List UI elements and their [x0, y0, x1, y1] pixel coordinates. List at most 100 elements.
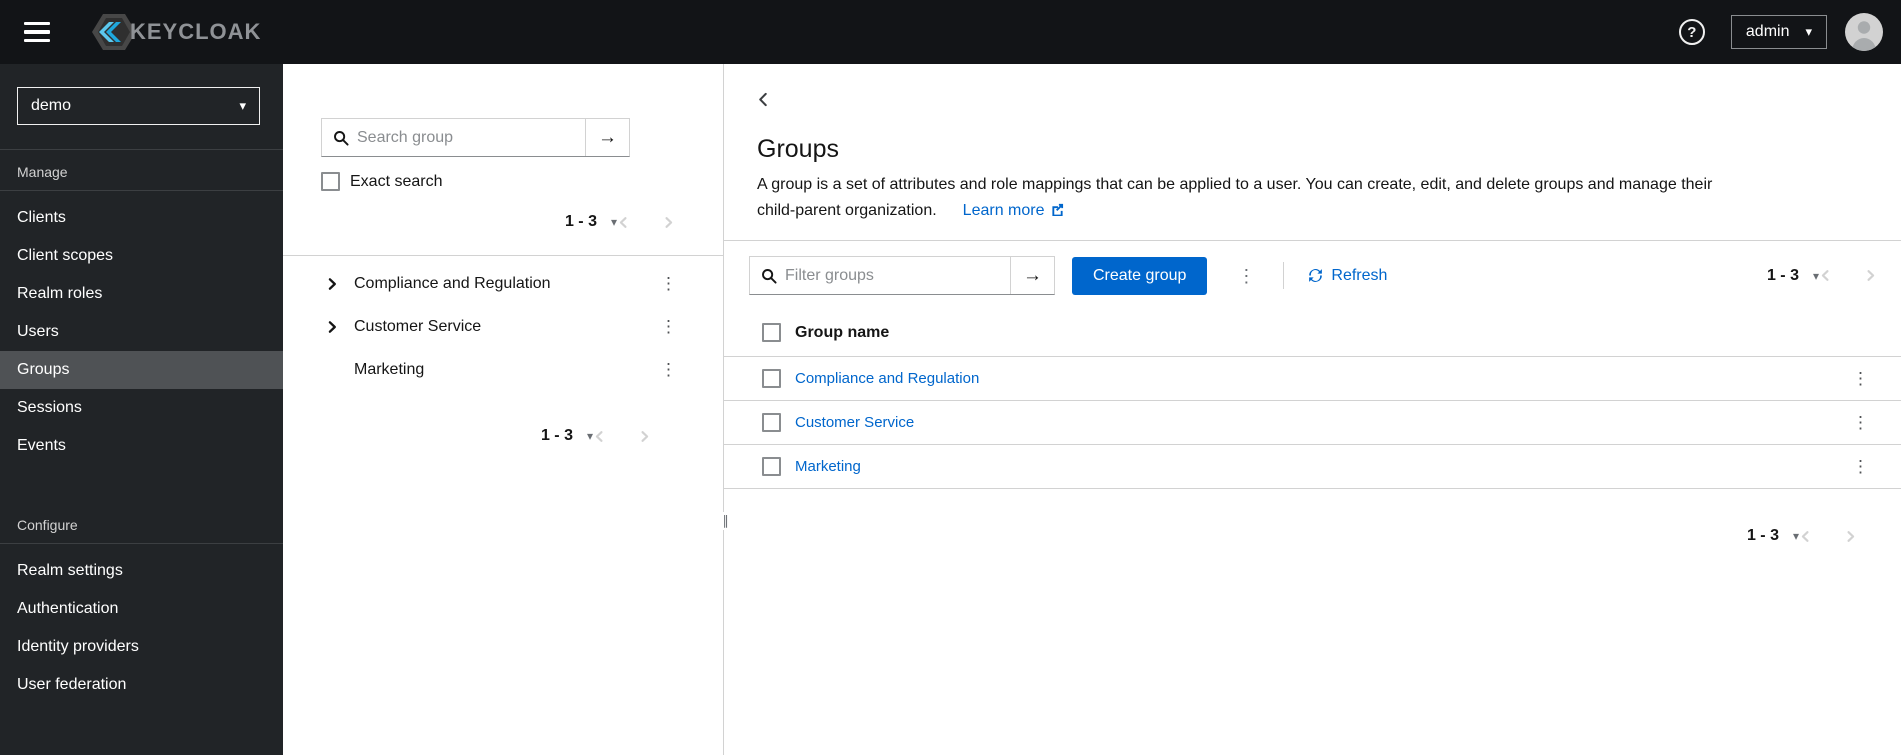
sidebar-item-realm-settings[interactable]: Realm settings: [0, 552, 283, 590]
nav-list-manage: Clients Client scopes Realm roles Users …: [0, 191, 283, 465]
sidebar-item-realm-roles[interactable]: Realm roles: [0, 275, 283, 313]
pagination-range-toggle[interactable]: 1 - 3 ▾: [565, 213, 617, 231]
groups-toolbar: → Create group ⋮ Refresh 1 - 3: [749, 256, 1889, 295]
search-icon: [322, 130, 357, 146]
pagination-range-toggle[interactable]: 1 - 3 ▾: [1747, 527, 1799, 545]
pagination-range-toggle[interactable]: 1 - 3 ▾: [1767, 267, 1819, 285]
row-kebab-menu-button[interactable]: ⋮: [1848, 412, 1873, 433]
external-link-icon: [1051, 203, 1063, 217]
realm-selector[interactable]: demo ▾: [17, 87, 260, 125]
pagination-prev-button[interactable]: [617, 216, 630, 229]
angle-right-icon: [328, 277, 336, 290]
create-group-button[interactable]: Create group: [1072, 256, 1208, 295]
user-dropdown[interactable]: admin ▾: [1730, 15, 1827, 49]
bars-icon: [24, 30, 50, 34]
column-header-group-name: Group name: [795, 323, 890, 341]
pagination-prev-button[interactable]: [1819, 269, 1832, 282]
kebab-icon: ⋮: [1852, 457, 1869, 476]
realm-selector-value: demo: [31, 97, 72, 114]
select-all-checkbox[interactable]: [762, 323, 781, 342]
arrow-right-icon: →: [598, 126, 617, 148]
chevron-left-icon: [595, 430, 603, 442]
sidebar-item-groups[interactable]: Groups: [0, 351, 283, 389]
pagination-range-toggle[interactable]: 1 - 3 ▾: [541, 427, 593, 445]
table-pagination-top: 1 - 3 ▾: [1767, 267, 1889, 285]
refresh-button[interactable]: Refresh: [1308, 267, 1387, 285]
table-row: Customer Service ⋮: [724, 401, 1901, 445]
page-title: Groups: [757, 135, 839, 163]
help-icon[interactable]: ?: [1678, 19, 1705, 45]
toolbar-kebab-menu-button[interactable]: ⋮: [1233, 265, 1259, 287]
exact-search-checkbox[interactable]: [321, 172, 340, 191]
kebab-menu-button[interactable]: ⋮: [656, 316, 681, 337]
learn-more-link[interactable]: Learn more: [963, 202, 1064, 219]
chevron-right-icon: [641, 430, 649, 442]
tree-item-label[interactable]: Marketing: [354, 361, 424, 379]
tree-item-customer-service: Customer Service ⋮: [283, 305, 723, 348]
sidebar-item-users[interactable]: Users: [0, 313, 283, 351]
collapse-panel-button[interactable]: [754, 90, 773, 109]
chevron-right-icon: [1867, 270, 1875, 281]
arrow-right-icon: →: [1023, 264, 1042, 286]
table-header-row: Group name: [724, 309, 1901, 357]
sidebar-item-authentication[interactable]: Authentication: [0, 590, 283, 628]
nav-list-configure: Realm settings Authentication Identity p…: [0, 544, 283, 704]
tree-item-label[interactable]: Compliance and Regulation: [354, 275, 551, 293]
group-search-input[interactable]: [357, 128, 585, 147]
table-pagination-bottom: 1 - 3 ▾: [724, 527, 1901, 545]
sidebar-item-client-scopes[interactable]: Client scopes: [0, 237, 283, 275]
pagination-next-button[interactable]: [662, 216, 675, 229]
caret-down-icon: ▾: [1805, 24, 1812, 39]
sidebar-item-clients[interactable]: Clients: [0, 199, 283, 237]
pagination-next-button[interactable]: [638, 430, 651, 443]
pagination-range: 1 - 3: [1746, 527, 1779, 544]
brand-text: KEYCLOAK: [130, 19, 262, 44]
row-checkbox[interactable]: [762, 457, 781, 476]
groups-main-panel: Groups A group is a set of attributes an…: [724, 64, 1901, 755]
bars-icon: [24, 38, 50, 42]
kebab-icon: ⋮: [1852, 369, 1869, 388]
nav-section-manage: Manage: [17, 164, 68, 180]
group-tree-panel: → Exact search 1 - 3 ▾: [283, 64, 729, 755]
row-kebab-menu-button[interactable]: ⋮: [1848, 368, 1873, 389]
sidebar-item-events[interactable]: Events: [0, 427, 283, 465]
row-checkbox[interactable]: [762, 369, 781, 388]
row-kebab-menu-button[interactable]: ⋮: [1848, 456, 1873, 477]
filter-groups-input[interactable]: [785, 266, 1010, 285]
row-checkbox[interactable]: [762, 413, 781, 432]
kebab-menu-button[interactable]: ⋮: [656, 359, 681, 380]
description-line-2-text: child-parent organization.: [757, 202, 937, 219]
tree-item-label[interactable]: Customer Service: [354, 318, 481, 336]
kebab-icon: ⋮: [1237, 265, 1256, 286]
sync-icon: [1309, 269, 1323, 282]
nav-toggle-button[interactable]: [24, 22, 50, 42]
group-link[interactable]: Compliance and Regulation: [795, 370, 979, 387]
description-line-2: child-parent organization. Learn more: [757, 198, 1868, 224]
refresh-label: Refresh: [1331, 266, 1388, 284]
kebab-icon: ⋮: [660, 360, 677, 379]
pagination-prev-button[interactable]: [1799, 530, 1812, 543]
table-row: Compliance and Regulation ⋮: [724, 357, 1901, 401]
chevron-right-icon: [665, 216, 673, 228]
avatar[interactable]: [1845, 13, 1883, 51]
group-link[interactable]: Marketing: [795, 458, 861, 475]
nav-section-configure: Configure: [17, 517, 78, 533]
pagination-prev-button[interactable]: [593, 430, 606, 443]
panel-resize-handle[interactable]: ∥: [722, 512, 729, 530]
expand-toggle-button[interactable]: [325, 277, 345, 291]
group-search-submit-button[interactable]: →: [585, 119, 629, 156]
tree-item-marketing: Marketing ⋮: [283, 348, 723, 391]
sidebar-item-identity-providers[interactable]: Identity providers: [0, 628, 283, 666]
expand-toggle-button[interactable]: [325, 320, 345, 334]
sidebar-item-user-federation[interactable]: User federation: [0, 666, 283, 704]
sidebar-item-sessions[interactable]: Sessions: [0, 389, 283, 427]
tree-pagination-top: 1 - 3 ▾: [283, 213, 723, 231]
kebab-menu-button[interactable]: ⋮: [656, 273, 681, 294]
kebab-icon: ⋮: [1852, 413, 1869, 432]
filter-groups-submit-button[interactable]: →: [1010, 257, 1054, 294]
search-icon: [750, 268, 785, 284]
pagination-next-button[interactable]: [1864, 269, 1877, 282]
pagination-next-button[interactable]: [1844, 530, 1857, 543]
group-link[interactable]: Customer Service: [795, 414, 914, 431]
masthead: KEYCLOAK ? admin ▾: [0, 0, 1901, 64]
